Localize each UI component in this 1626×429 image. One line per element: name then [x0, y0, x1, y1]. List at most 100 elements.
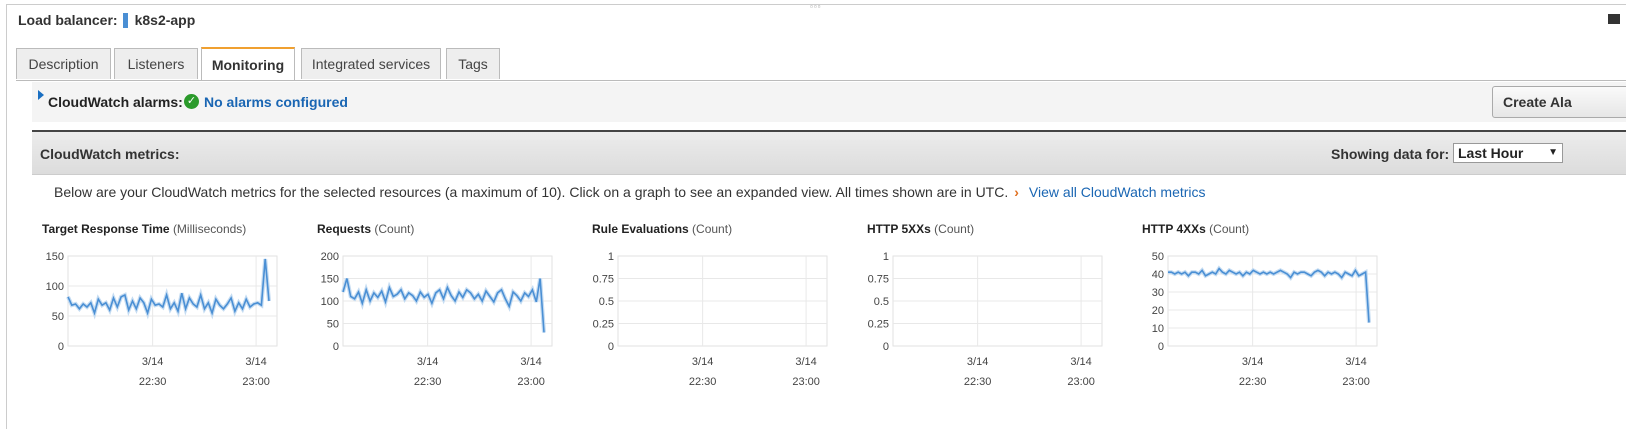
y-tick-label: 50 — [327, 319, 339, 331]
chart-title: Rule Evaluations (Count) — [592, 222, 732, 236]
y-tick-label: 0.25 — [868, 319, 889, 331]
x-tick-date: 3/14 — [1242, 356, 1263, 368]
y-tick-label: 0.75 — [593, 274, 614, 286]
chevron-down-icon: ▼ — [1548, 147, 1558, 158]
check-circle-icon: ✓ — [184, 94, 199, 109]
expand-triangle-icon[interactable] — [38, 90, 44, 100]
y-tick-label: 0.25 — [593, 319, 614, 331]
series-line-glow — [1168, 265, 1371, 323]
chart-title: Target Response Time (Milliseconds) — [42, 222, 246, 236]
cloudwatch-alarms-bar: CloudWatch alarms: ✓ No alarms configure… — [32, 82, 1626, 122]
x-tick-time: 22:30 — [414, 376, 442, 388]
x-tick-date: 3/14 — [692, 356, 713, 368]
y-tick-label: 30 — [1152, 287, 1164, 299]
chart-svg: 50 40 30 20 10 0 3/14 22:30 3/14 23:00 — [1152, 251, 1378, 388]
x-tick-time: 22:30 — [1239, 376, 1267, 388]
minimize-icon[interactable] — [1608, 14, 1620, 24]
y-tick-label: 1 — [883, 251, 889, 263]
chart-requests[interactable]: Requests (Count) 200 150 100 50 0 3/14 22:30 3/… — [317, 222, 587, 402]
create-alarm-button[interactable]: Create Ala — [1492, 86, 1626, 118]
chart-title-name: Target Response Time — [42, 222, 170, 236]
y-tick-label: 200 — [321, 251, 339, 263]
chart-target-response-time[interactable]: Target Response Time (Milliseconds) 150 1… — [42, 222, 312, 402]
x-tick-date: 3/14 — [967, 356, 988, 368]
chart-http-4xxs[interactable]: HTTP 4XXs (Count) 50 40 30 20 10 0 3/14 22:30 3/… — [1142, 222, 1412, 402]
x-tick-date: 3/14 — [245, 356, 266, 368]
chart-title-unit: (Count) — [934, 222, 975, 236]
chart-title-name: Requests — [317, 222, 372, 236]
x-tick-time: 23:00 — [1342, 376, 1370, 388]
y-tick-label: 0 — [608, 341, 614, 353]
tab-monitoring[interactable]: Monitoring — [201, 47, 295, 80]
y-tick-label: 0 — [883, 341, 889, 353]
view-all-metrics-link[interactable]: View all CloudWatch metrics — [1029, 184, 1206, 200]
y-tick-label: 50 — [1152, 251, 1164, 263]
y-tick-label: 100 — [321, 296, 339, 308]
y-tick-label: 20 — [1152, 305, 1164, 317]
chart-title-unit: (Count) — [692, 222, 733, 236]
chart-title-name: Rule Evaluations — [592, 222, 689, 236]
y-tick-label: 150 — [46, 251, 64, 263]
x-tick-date: 3/14 — [142, 356, 163, 368]
x-tick-date: 3/14 — [417, 356, 438, 368]
alarms-status: No alarms configured — [204, 94, 348, 110]
chart-title: HTTP 5XXs (Count) — [867, 222, 974, 236]
chart-svg: 150 100 50 0 3/14 22:30 3/14 23:00 — [46, 251, 278, 388]
x-tick-date: 3/14 — [1345, 356, 1366, 368]
showing-data-label: Showing data for: — [1331, 146, 1450, 162]
y-tick-label: 50 — [52, 311, 64, 323]
chart-svg: 200 150 100 50 0 3/14 22:30 3/14 23:00 — [321, 251, 553, 388]
chart-title-name: HTTP 5XXs — [867, 222, 931, 236]
chart-title-unit: (Milliseconds) — [172, 222, 247, 236]
chart-http-5xxs[interactable]: HTTP 5XXs (Count) 1 0.75 0.5 0.25 0 3/14 22:30… — [867, 222, 1137, 402]
x-tick-date: 3/14 — [795, 356, 816, 368]
x-tick-time: 22:30 — [964, 376, 992, 388]
y-tick-label: 0 — [333, 341, 339, 353]
series-line-glow — [341, 277, 546, 333]
y-tick-label: 0.75 — [868, 274, 889, 286]
chart-title: HTTP 4XXs (Count) — [1142, 222, 1249, 236]
tab-tags[interactable]: Tags — [446, 48, 500, 79]
y-tick-label: 0 — [58, 341, 64, 353]
x-tick-time: 23:00 — [242, 376, 270, 388]
x-tick-time: 22:30 — [139, 376, 167, 388]
load-balancer-name: k8s2-app — [134, 12, 196, 28]
y-tick-label: 40 — [1152, 269, 1164, 281]
tab-listeners[interactable]: Listeners — [114, 48, 198, 79]
chevron-right-icon: › — [1014, 184, 1019, 200]
y-tick-label: 100 — [46, 281, 64, 293]
chart-rule-evaluations[interactable]: Rule Evaluations (Count) 1 0.75 0.5 0.25 0 3/… — [592, 222, 862, 402]
metrics-description-text: Below are your CloudWatch metrics for th… — [54, 184, 1009, 200]
load-balancer-title: Load balancer: k8s2-app — [18, 12, 195, 28]
y-tick-label: 1 — [608, 251, 614, 263]
chart-svg: 1 0.75 0.5 0.25 0 3/14 22:30 3/14 23:00 — [593, 251, 828, 388]
chart-title-unit: (Count) — [374, 222, 415, 236]
series-line — [342, 278, 545, 333]
x-tick-date: 3/14 — [520, 356, 541, 368]
y-tick-label: 0.5 — [874, 296, 889, 308]
status-square-icon — [122, 12, 128, 28]
x-tick-time: 23:00 — [1067, 376, 1095, 388]
y-tick-label: 0.5 — [599, 296, 614, 308]
resize-grip[interactable]: ▫▫▫ — [810, 2, 822, 11]
x-tick-time: 22:30 — [689, 376, 717, 388]
chart-title: Requests (Count) — [317, 222, 414, 236]
y-tick-label: 10 — [1152, 323, 1164, 335]
tab-integrated-services[interactable]: Integrated services — [301, 48, 441, 79]
metrics-label: CloudWatch metrics: — [40, 146, 180, 162]
x-tick-time: 23:00 — [517, 376, 545, 388]
chart-title-name: HTTP 4XXs — [1142, 222, 1206, 236]
time-range-select[interactable]: Last Hour ▼ — [1453, 143, 1563, 163]
cloudwatch-metrics-header: CloudWatch metrics: Showing data for: La… — [32, 130, 1626, 175]
y-tick-label: 0 — [1158, 341, 1164, 353]
metrics-description: Below are your CloudWatch metrics for th… — [54, 184, 1206, 200]
y-tick-label: 150 — [321, 274, 339, 286]
x-tick-time: 23:00 — [792, 376, 820, 388]
x-tick-date: 3/14 — [1070, 356, 1091, 368]
chart-title-unit: (Count) — [1209, 222, 1250, 236]
load-balancer-label: Load balancer: — [18, 12, 118, 28]
tab-description[interactable]: Description — [16, 48, 111, 79]
time-range-value: Last Hour — [1458, 145, 1524, 161]
tab-bar: Description Listeners Monitoring Integra… — [16, 47, 1626, 81]
plot-frame — [1167, 255, 1378, 347]
